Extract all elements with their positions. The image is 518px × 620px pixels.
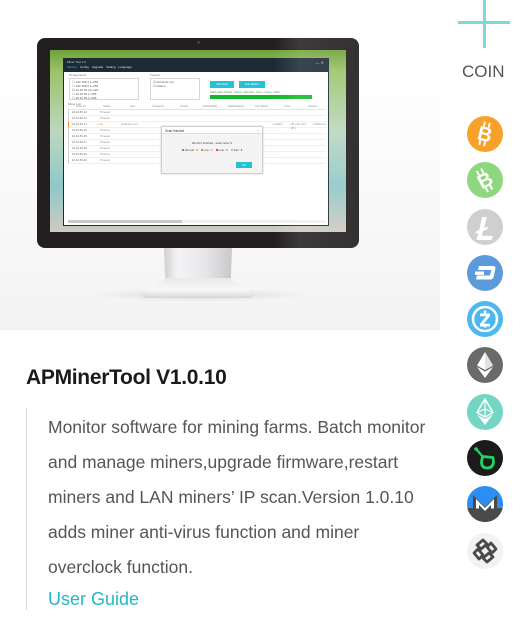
dash-icon	[467, 254, 503, 291]
bitcoin-cash-icon: B	[467, 162, 503, 199]
coin-dash[interactable]	[467, 254, 503, 291]
miner-ip: 10.10.54.18	[72, 146, 87, 150]
dialog-stats: Normal : 0 Low : 1 Lost : 0 Fail : 8	[162, 148, 262, 152]
monero-icon	[467, 486, 503, 523]
miner-status: Timeout	[100, 158, 110, 162]
types-label: Type(s)	[150, 73, 161, 77]
close-icon: ×	[256, 128, 259, 133]
coin-monero[interactable]	[467, 486, 503, 523]
bitcoin-icon: B	[467, 116, 503, 152]
menu-monitor: Monitor	[67, 65, 78, 69]
siacoin-icon	[467, 440, 503, 477]
product-description: Monitor software for mining farms. Batch…	[48, 417, 426, 577]
miner-status: Timeout	[100, 116, 110, 120]
miner-status: Lost	[97, 122, 103, 126]
scan-status-text: 100% Scan finished , Total 9 , Normal 0 …	[210, 91, 280, 94]
user-guide-link[interactable]: User Guide	[48, 587, 426, 611]
ethereum-icon	[467, 347, 503, 384]
status-dot-icon	[230, 149, 233, 152]
miner-ip: 10.10.54.15	[72, 128, 87, 132]
coin-heading: COIN	[462, 62, 505, 81]
zcash-icon	[467, 301, 503, 338]
dialog-stat: Fail : 8	[230, 148, 242, 152]
types-list: ☑ Antminer L3+ ☑ Others	[150, 78, 200, 100]
coin-ethereum[interactable]	[467, 347, 503, 384]
coin-bytom[interactable]	[467, 532, 503, 569]
status-dot-icon	[215, 149, 218, 152]
col-header: Hashrate(avg)	[227, 105, 244, 108]
col-header: Frequency	[152, 105, 165, 108]
app-title: Miner Tool 1.2	[67, 60, 86, 64]
status-dot-icon	[200, 149, 203, 152]
miner-ip: 10.10.54.16	[72, 134, 87, 138]
app-menu: Monitor Config Upgrade Setting Language	[67, 65, 132, 69]
miner-ip: 10.10.54.19	[72, 152, 87, 156]
coin-litecoin[interactable]	[467, 208, 503, 245]
miner-status: Timeout	[100, 152, 110, 156]
monitor-foot	[141, 278, 255, 298]
miner-status: Timeout	[100, 146, 110, 150]
monitor-frame: Miner Tool 1.2 Monitor Config Upgrade Se…	[37, 38, 359, 248]
menu-setting: Setting	[106, 65, 116, 69]
dialog-stat: Low : 1	[200, 148, 213, 152]
dialog-ok-button: OK	[236, 162, 252, 168]
plus-icon	[458, 0, 510, 48]
start-scan-button: Start Scan	[210, 81, 234, 88]
coin-bitcoin[interactable]: B	[467, 116, 503, 152]
miner-ip: 10.10.54.14	[72, 122, 87, 126]
product-title: APMinerTool V1.0.10	[26, 366, 227, 389]
col-header: Hashrate(5s)	[202, 105, 218, 108]
miner-ip: 10.10.54.12	[72, 110, 87, 114]
dialog-title: Scan finished ×	[162, 127, 262, 134]
miner-ip: 10.10.54.13	[72, 116, 87, 120]
ip-segment: ☐ 10.10.56.1~255	[72, 96, 97, 100]
type-item: ☑ Others	[153, 84, 166, 88]
col-header: Version	[179, 105, 189, 108]
miner-status: Timeout	[100, 140, 110, 144]
ip-segments-list: ☐ 192.168.1.1~255 ☐ 192.168.2.1~255 ☑ 10…	[69, 78, 139, 100]
auto-monitor-button: Auto Monitor	[239, 81, 265, 88]
ip-segments-label: IP Segments	[69, 73, 87, 77]
col-header: Miner IP	[76, 105, 86, 108]
coin-list: B B	[467, 116, 503, 579]
miner-type: Antminer L3+	[121, 122, 139, 126]
coin-ethereum-classic[interactable]	[467, 393, 503, 430]
ethereum-classic-icon	[467, 393, 503, 430]
dialog-stat: Lost : 0	[215, 148, 228, 152]
miner-status: Timeout	[100, 128, 110, 132]
coin-siacoin[interactable]	[467, 440, 503, 477]
col-header: Type	[129, 105, 136, 108]
miner-ip: 10.10.54.17	[72, 140, 87, 144]
scrollbar-thumb	[68, 220, 182, 223]
menu-upgrade: Upgrade	[91, 65, 104, 69]
bytom-icon	[467, 532, 503, 569]
miner-ip: 10.10.54.20	[72, 158, 87, 162]
scan-finished-dialog: Scan finished × Monitor finished , total…	[161, 126, 263, 174]
miner-status: Timeout	[100, 134, 110, 138]
coin-bitcoin-cash[interactable]: B	[467, 162, 503, 199]
col-header: Fan Speed	[255, 105, 268, 108]
monitor-glare	[274, 38, 359, 248]
menu-config: Config	[80, 65, 89, 69]
dialog-message: Monitor finished , total miner 9	[191, 141, 233, 145]
camera-dot	[197, 41, 200, 44]
dialog-stat: Normal : 0	[181, 148, 198, 152]
menu-language: Language	[118, 65, 132, 69]
litecoin-icon	[467, 208, 503, 245]
product-description-block: Monitor software for mining farms. Batch…	[26, 408, 426, 610]
status-dot-icon	[181, 149, 184, 152]
col-header: Status	[103, 105, 111, 108]
product-image: Miner Tool 1.2 Monitor Config Upgrade Se…	[0, 0, 440, 330]
miner-status: Timeout	[100, 110, 110, 114]
coin-zcash[interactable]	[467, 301, 503, 338]
